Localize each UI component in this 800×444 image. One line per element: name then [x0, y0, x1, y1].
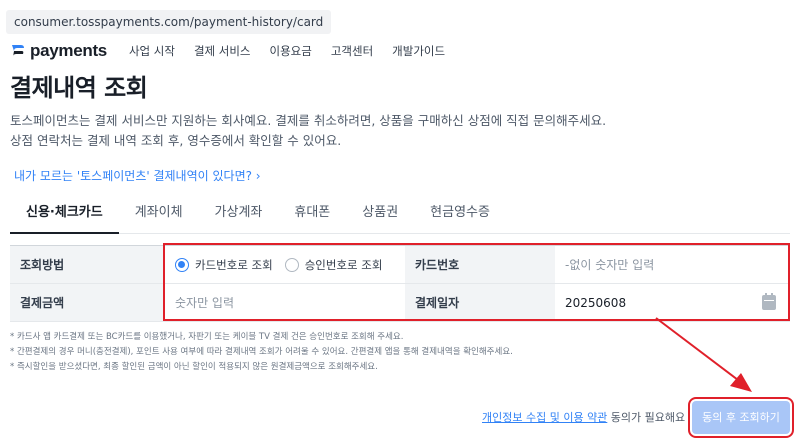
- form-row-method: 조회방법 카드번호로 조회 승인번호로 조회 카드번호 -없이 숫자만 입력: [10, 246, 790, 284]
- nav-item-pricing[interactable]: 이용요금: [270, 43, 312, 59]
- top-nav: payments 사업 시작 결제 서비스 이용요금 고객센터 개발가이드: [10, 40, 464, 62]
- payment-date-input[interactable]: 20250608: [555, 284, 790, 321]
- method-label: 조회방법: [10, 246, 165, 283]
- amount-label: 결제금액: [10, 284, 165, 321]
- radio-card-number[interactable]: 카드번호로 조회: [175, 257, 273, 273]
- tab-virtual-account[interactable]: 가상계좌: [199, 196, 279, 234]
- tab-credit-check-card[interactable]: 신용·체크카드: [10, 196, 119, 234]
- card-number-input[interactable]: -없이 숫자만 입력: [555, 246, 790, 283]
- nav-items: 사업 시작 결제 서비스 이용요금 고객센터 개발가이드: [129, 43, 464, 59]
- agree-and-search-button[interactable]: 동의 후 조회하기: [688, 397, 794, 438]
- privacy-terms-link[interactable]: 개인정보 수집 및 이용 약관: [482, 411, 607, 424]
- amount-input[interactable]: 숫자만 입력: [165, 284, 405, 321]
- url-bar[interactable]: consumer.tosspayments.com/payment-histor…: [6, 10, 332, 34]
- payment-date-value: 20250608: [565, 295, 627, 310]
- page-description-1: 토스페이먼츠는 결제 서비스만 지원하는 회사예요. 결제를 취소하려면, 상품…: [10, 113, 607, 128]
- calendar-icon[interactable]: [762, 293, 776, 310]
- nav-item-business-start[interactable]: 사업 시작: [129, 43, 175, 59]
- radio-approval-number[interactable]: 승인번호로 조회: [284, 257, 383, 273]
- card-number-label: 카드번호: [405, 246, 555, 283]
- note-item: * 간편결제의 경우 머니(충전결제), 포인트 사용 여부에 따라 결제내역 …: [10, 347, 513, 357]
- method-radio-group: 카드번호로 조회 승인번호로 조회: [165, 246, 405, 283]
- page-description-2: 상점 연락처는 결제 내역 조회 후, 영수증에서 확인할 수 있어요.: [10, 133, 342, 148]
- tab-mobile-phone[interactable]: 휴대폰: [278, 196, 346, 234]
- note-item: * 즉시할인을 받으셨다면, 최종 할인된 금액이 아닌 할인이 적용되지 않은…: [10, 362, 378, 372]
- payment-date-label: 결제일자: [405, 284, 555, 321]
- unknown-payment-help-link[interactable]: 내가 모르는 '토스페이먼츠' 결제내역이 있다면? ›: [14, 167, 261, 184]
- tab-cash-receipt[interactable]: 현금영수증: [414, 196, 506, 234]
- nav-item-dev-guide[interactable]: 개발가이드: [392, 43, 445, 59]
- logo[interactable]: payments: [10, 41, 107, 61]
- form-row-amount: 결제금액 숫자만 입력 결제일자 20250608: [10, 284, 790, 322]
- consent-required-text: 동의가 필요해요: [607, 411, 686, 424]
- nav-item-payment-service[interactable]: 결제 서비스: [194, 43, 251, 59]
- tab-gift-card[interactable]: 상품권: [346, 196, 414, 234]
- search-form: 조회방법 카드번호로 조회 승인번호로 조회 카드번호 -없이 숫자만 입력 결…: [10, 245, 790, 322]
- radio-approval-number-dot[interactable]: [284, 257, 299, 272]
- radio-card-number-dot[interactable]: [175, 257, 189, 272]
- tab-account-transfer[interactable]: 계좌이체: [119, 196, 199, 234]
- note-item: * 카드사 앱 카드결제 또는 BC카드를 이용했거나, 자판기 또는 케이블 …: [10, 332, 404, 342]
- radio-approval-number-label: 승인번호로 조회: [304, 257, 383, 272]
- page-title: 결제내역 조회: [10, 74, 148, 102]
- radio-card-number-label: 카드번호로 조회: [195, 257, 273, 272]
- nav-item-customer-center[interactable]: 고객센터: [331, 43, 373, 59]
- notes: * 카드사 앱 카드결제 또는 BC카드를 이용했거나, 자판기 또는 케이블 …: [10, 330, 513, 375]
- toss-logo-icon: [10, 43, 26, 59]
- consent-text: 개인정보 수집 및 이용 약관 동의가 필요해요: [482, 409, 685, 425]
- logo-text: payments: [30, 41, 107, 60]
- payment-type-tabs: 신용·체크카드 계좌이체 가상계좌 휴대폰 상품권 현금영수증: [10, 196, 790, 234]
